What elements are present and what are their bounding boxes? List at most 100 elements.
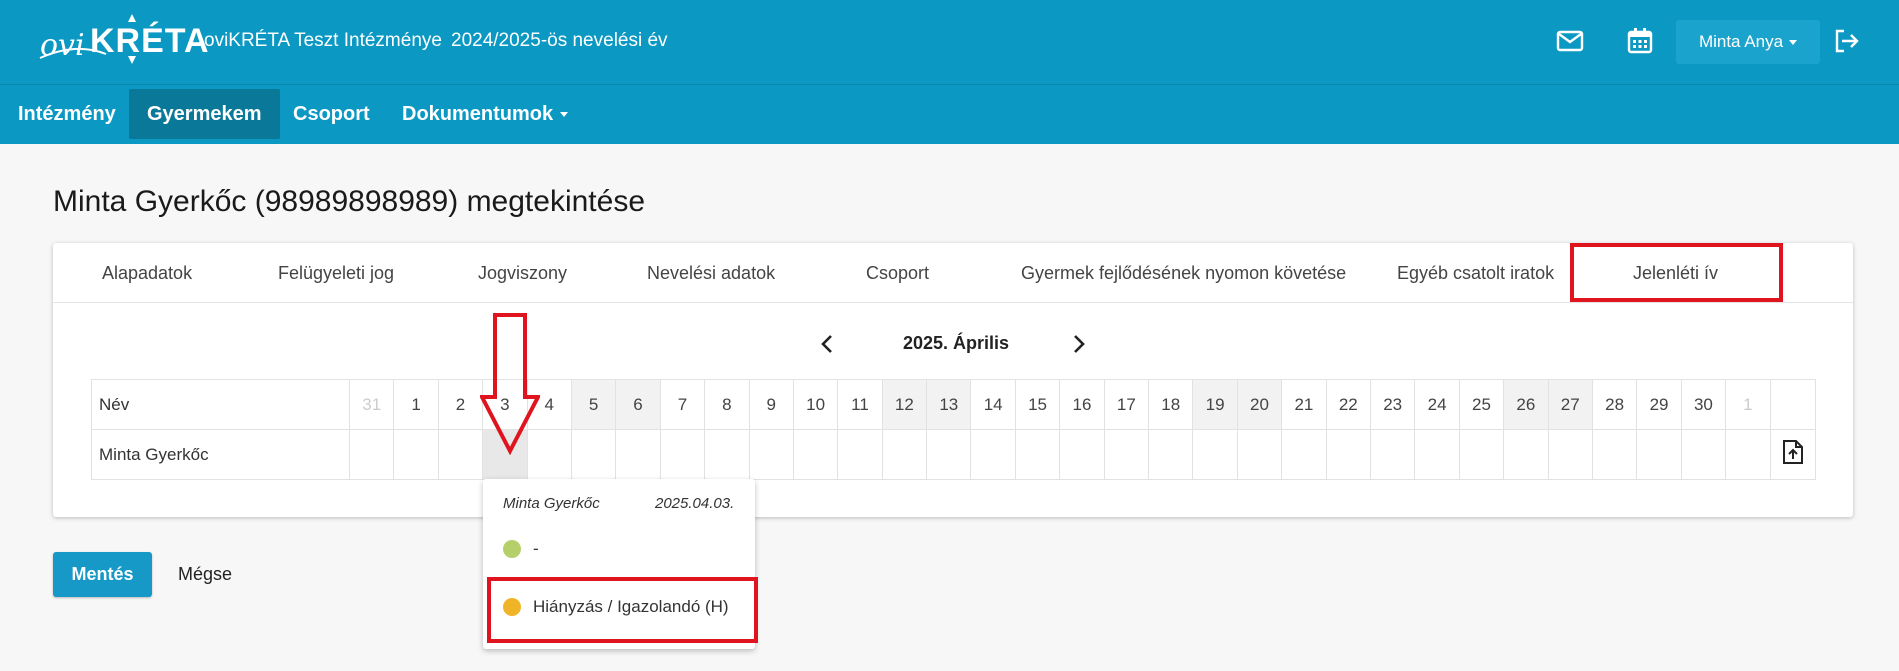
day-cell[interactable] — [837, 429, 883, 480]
day-cell[interactable] — [1325, 429, 1371, 480]
day-header: 31 — [348, 379, 395, 430]
nav-csoport[interactable]: Csoport — [275, 89, 388, 139]
day-cell[interactable] — [1103, 429, 1150, 480]
day-cell[interactable] — [1414, 429, 1460, 480]
day-cell — [348, 429, 395, 480]
day-cell[interactable] — [393, 429, 439, 480]
annotation-arrow-icon — [480, 313, 540, 455]
tab-nevelesi-adatok[interactable]: Nevelési adatok — [647, 263, 775, 284]
popup-child-name: Minta Gyerkőc — [503, 495, 600, 512]
day-cell[interactable] — [1192, 429, 1238, 480]
logout-icon[interactable] — [1831, 26, 1861, 56]
tab-fejlodes[interactable]: Gyermek fejlődésének nyomon követése — [1021, 263, 1346, 284]
day-header: 28 — [1591, 379, 1638, 430]
day-cell[interactable] — [659, 429, 706, 480]
highlight-tab-box — [1570, 243, 1783, 302]
day-cell[interactable] — [1059, 429, 1105, 480]
day-header: 22 — [1325, 379, 1371, 430]
day-header: 30 — [1680, 379, 1727, 430]
nav-label: Dokumentumok — [402, 102, 554, 125]
month-label: 2025. Április — [903, 333, 1010, 353]
day-cell[interactable] — [570, 429, 617, 480]
tab-jogviszony[interactable]: Jogviszony — [478, 263, 567, 284]
table-row: Minta Gyerkőc — [91, 429, 1816, 480]
day-cell[interactable] — [1547, 429, 1593, 480]
day-cell[interactable] — [792, 429, 839, 480]
action-header — [1769, 379, 1816, 430]
user-name: Minta Anya — [1698, 32, 1784, 51]
tab-alapadatok[interactable]: Alapadatok — [102, 263, 192, 284]
day-cell[interactable] — [1236, 429, 1283, 480]
nav-label: Csoport — [293, 102, 370, 125]
day-header: 14 — [970, 379, 1016, 430]
day-cell[interactable] — [704, 429, 750, 480]
day-header: 29 — [1636, 379, 1682, 430]
child-name-cell: Minta Gyerkőc — [91, 429, 350, 480]
page-title: Minta Gyerkőc (98989898989) megtekintése — [53, 185, 646, 218]
save-button[interactable]: Mentés — [53, 552, 152, 597]
popup-date: 2025.04.03. — [655, 495, 735, 512]
month-navigator: 2025. Április — [53, 329, 1853, 359]
day-header: 23 — [1369, 379, 1416, 430]
user-menu-button[interactable]: Minta Anya — [1676, 20, 1820, 64]
file-upload-icon[interactable] — [1782, 439, 1804, 465]
day-header: 13 — [926, 379, 972, 430]
day-cell[interactable] — [1148, 429, 1194, 480]
logo-kreta-text: KRÉTA — [90, 22, 210, 60]
institution-name: oviKRÉTA Teszt Intézménye — [204, 30, 442, 51]
day-header: 11 — [837, 379, 883, 430]
top-header: ovi KRÉTA oviKRÉTA Teszt Intézménye 2024… — [0, 0, 1899, 84]
logo-ovi-text: ovi — [40, 28, 85, 63]
day-header: 21 — [1281, 379, 1327, 430]
mail-icon[interactable] — [1555, 26, 1585, 56]
day-header: 6 — [615, 379, 661, 430]
nav-gyermekem[interactable]: Gyermekem — [129, 89, 280, 139]
calendar-icon[interactable] — [1625, 26, 1655, 56]
main-nav: Intézmény Gyermekem Csoport Dokumentumok — [0, 84, 1899, 144]
day-cell[interactable] — [1503, 429, 1549, 480]
nav-label: Gyermekem — [147, 102, 262, 125]
day-cell[interactable] — [437, 429, 484, 480]
day-header: 1 — [393, 379, 439, 430]
day-header: 9 — [748, 379, 794, 430]
day-cell[interactable] — [1680, 429, 1727, 480]
attendance-table: Név 31 1 2 3 4 5 6 7 8 9 10 11 12 13 14 … — [91, 379, 1816, 480]
nav-intezmeny[interactable]: Intézmény — [0, 89, 134, 139]
day-header: 17 — [1103, 379, 1150, 430]
day-cell[interactable] — [615, 429, 661, 480]
day-header: 10 — [792, 379, 839, 430]
option-none[interactable]: - — [503, 539, 539, 559]
cancel-button[interactable]: Mégse — [178, 552, 232, 597]
day-cell[interactable] — [1281, 429, 1327, 480]
day-cell[interactable] — [1458, 429, 1505, 480]
day-cell[interactable] — [1591, 429, 1638, 480]
tab-felugyeleti-jog[interactable]: Felügyeleti jog — [278, 263, 394, 284]
tab-egyeb-iratok[interactable]: Egyéb csatolt iratok — [1397, 263, 1554, 284]
green-dot-icon — [503, 540, 521, 558]
day-header: 8 — [704, 379, 750, 430]
day-cell[interactable] — [926, 429, 972, 480]
day-cell[interactable] — [1636, 429, 1682, 480]
nav-label: Intézmény — [18, 102, 116, 125]
day-cell[interactable] — [881, 429, 928, 480]
chevron-right-icon[interactable] — [1067, 333, 1089, 355]
day-header: 18 — [1148, 379, 1194, 430]
day-header: 24 — [1414, 379, 1460, 430]
day-header: 19 — [1192, 379, 1238, 430]
day-header: 7 — [659, 379, 706, 430]
day-cell[interactable] — [1369, 429, 1416, 480]
tab-csoport[interactable]: Csoport — [866, 263, 929, 284]
day-header: 26 — [1503, 379, 1549, 430]
kreta-logo[interactable]: ovi KRÉTA — [36, 12, 209, 68]
upload-cell[interactable] — [1769, 429, 1816, 480]
nav-dokumentumok[interactable]: Dokumentumok — [384, 89, 586, 139]
name-header: Név — [91, 379, 350, 430]
day-header: 15 — [1014, 379, 1061, 430]
day-cell[interactable] — [748, 429, 794, 480]
chevron-left-icon[interactable] — [817, 333, 839, 355]
day-header: 5 — [570, 379, 617, 430]
caret-down-icon — [1789, 39, 1798, 45]
day-cell[interactable] — [970, 429, 1016, 480]
day-cell[interactable] — [1014, 429, 1061, 480]
day-cell — [1725, 429, 1771, 480]
